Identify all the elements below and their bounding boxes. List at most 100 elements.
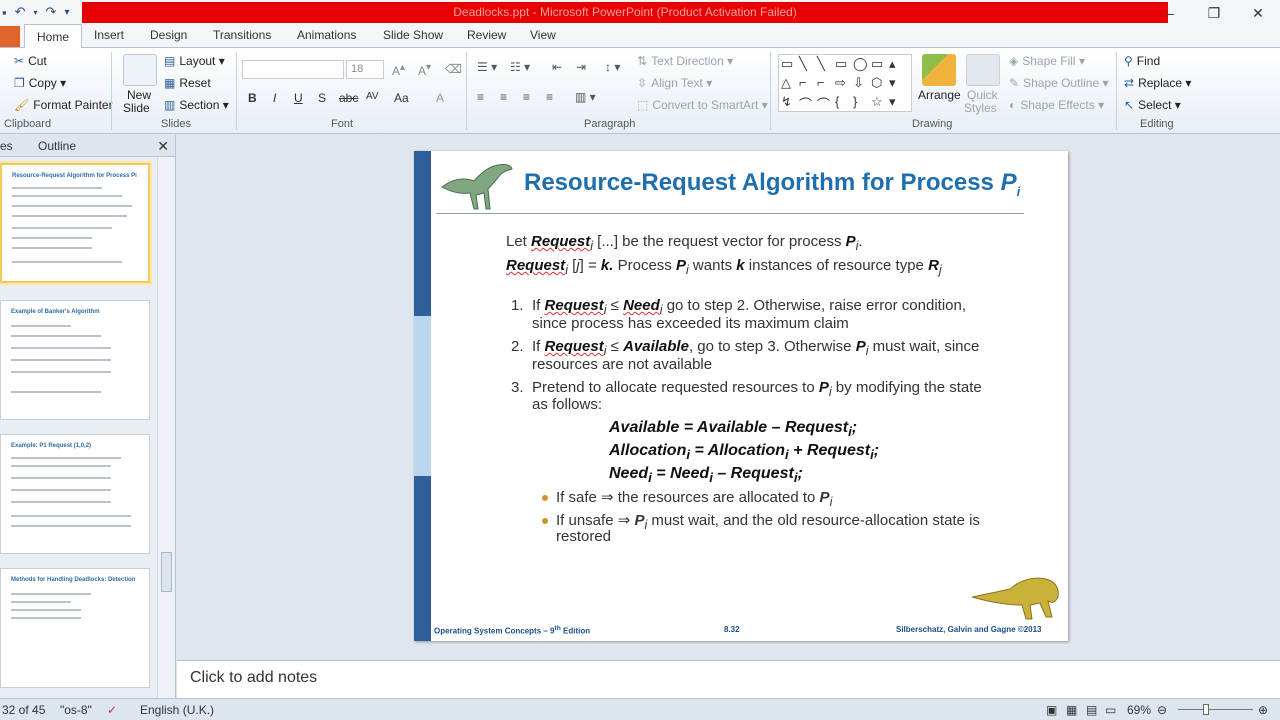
arrange-label[interactable]: Arrange bbox=[918, 88, 961, 102]
decrease-indent-icon[interactable]: ⇤ bbox=[552, 60, 562, 74]
body-line-1[interactable]: Let Requesti [...] be the request vector… bbox=[506, 233, 863, 253]
slides-pane-scrollbar[interactable] bbox=[157, 157, 174, 698]
font-color-button[interactable]: A bbox=[436, 91, 444, 105]
redo-icon[interactable]: ↷ bbox=[46, 4, 57, 20]
slide-thumbnail[interactable]: Example of Banker's Algorithm bbox=[0, 300, 150, 420]
minimize-button[interactable]: – bbox=[1148, 0, 1192, 24]
close-icon[interactable]: ✕ bbox=[157, 138, 169, 155]
slide-show-icon[interactable]: ▭ bbox=[1105, 703, 1116, 717]
line-spacing-icon[interactable]: ↕ ▾ bbox=[605, 60, 620, 74]
undo-dropdown-icon[interactable]: ▾ bbox=[34, 8, 38, 17]
cut-button[interactable]: ✂ Cut bbox=[14, 54, 47, 68]
smartart-button[interactable]: ⬚ Convert to SmartArt ▾ bbox=[637, 98, 768, 112]
slide-thumbnail[interactable]: Resource-Request Algorithm for Process P… bbox=[0, 163, 150, 283]
language-status[interactable]: English (U.K.) bbox=[140, 703, 214, 717]
tab-slides[interactable]: es bbox=[0, 139, 13, 153]
slide-thumbnail[interactable]: Methods for Handling Deadlocks: Detectio… bbox=[0, 568, 150, 688]
section-button[interactable]: ▥ Section ▾ bbox=[164, 98, 229, 112]
slide-thumbnail[interactable]: Example: P1 Request (1,0,2) bbox=[0, 434, 150, 554]
list-item-2-cont[interactable]: resources are not available bbox=[532, 356, 712, 373]
quick-styles-label-2[interactable]: Styles bbox=[964, 101, 997, 115]
slide-title[interactable]: Resource-Request Algorithm for Process P… bbox=[524, 169, 1020, 199]
shapes-gallery[interactable]: ▭ ╲ ╲ ▭ ◯ ▭ ▴ △ ⌐ ⌐ ⇨ ⇩ ⬡ ▾ ↯ ⌒ ⌒{} ☆ ▾ bbox=[778, 54, 912, 112]
undo-icon[interactable]: ↶ bbox=[15, 4, 26, 20]
replace-button[interactable]: ⇄ Replace ▾ bbox=[1124, 76, 1191, 90]
new-slide-icon[interactable] bbox=[123, 54, 157, 86]
quick-styles-icon[interactable] bbox=[966, 54, 1000, 86]
zoom-in-icon[interactable]: ⊕ bbox=[1258, 703, 1268, 717]
tab-review[interactable]: Review bbox=[467, 28, 506, 42]
list-item-1[interactable]: If Requesti ≤ Needi go to step 2. Otherw… bbox=[532, 297, 966, 317]
quick-styles-label[interactable]: Quick bbox=[967, 88, 998, 102]
equation-allocation[interactable]: Allocationi = Allocationi + Requesti; bbox=[609, 442, 879, 462]
bullets-icon[interactable]: ☰ ▾ bbox=[477, 60, 497, 74]
zoom-slider[interactable] bbox=[1178, 709, 1253, 710]
reset-button[interactable]: ▦ Reset bbox=[164, 76, 211, 90]
numbering-icon[interactable]: ☷ ▾ bbox=[510, 60, 530, 74]
spellcheck-icon[interactable]: ✓ bbox=[107, 703, 117, 717]
save-icon[interactable]: ▪ bbox=[2, 5, 7, 20]
font-size-box[interactable]: 18 bbox=[346, 60, 384, 79]
italic-button[interactable]: I bbox=[273, 91, 276, 105]
shape-fill-button[interactable]: ◈ Shape Fill ▾ bbox=[1009, 54, 1085, 68]
copy-button[interactable]: ❐ Copy ▾ bbox=[14, 76, 66, 90]
list-item-2[interactable]: If Requesti ≤ Available, go to step 3. O… bbox=[532, 338, 979, 358]
reading-view-icon[interactable]: ▤ bbox=[1086, 703, 1097, 717]
normal-view-icon[interactable]: ▣ bbox=[1046, 703, 1057, 717]
customize-qat-icon[interactable]: ▾ bbox=[64, 7, 69, 18]
strikethrough-button[interactable]: abc bbox=[339, 91, 358, 105]
bullet-unsafe[interactable]: If unsafe ⇒ Pi must wait, and the old re… bbox=[556, 511, 980, 532]
find-button[interactable]: ⚲ Find bbox=[1124, 54, 1160, 68]
align-text-button[interactable]: ⇳ Align Text ▾ bbox=[637, 76, 712, 90]
file-tab[interactable] bbox=[0, 26, 20, 47]
select-button[interactable]: ↖ Select ▾ bbox=[1124, 98, 1181, 112]
new-slide-label[interactable]: New bbox=[127, 88, 151, 102]
bold-button[interactable]: B bbox=[248, 91, 257, 105]
arrange-icon[interactable] bbox=[922, 54, 956, 86]
tab-home[interactable]: Home bbox=[24, 24, 83, 49]
bullet-unsafe-cont[interactable]: restored bbox=[556, 528, 611, 545]
underline-button[interactable]: U bbox=[294, 91, 303, 105]
bullet-safe[interactable]: If safe ⇒ the resources are allocated to… bbox=[556, 488, 832, 509]
body-line-2[interactable]: Requesti [j] = k. Process Pi wants k ins… bbox=[506, 257, 942, 277]
shape-effects-button[interactable]: ◐ Shape Effects ▾ bbox=[1009, 98, 1104, 112]
text-direction-button[interactable]: ⇅ Text Direction ▾ bbox=[637, 54, 733, 68]
zoom-level[interactable]: 69% bbox=[1127, 703, 1151, 717]
zoom-slider-thumb[interactable] bbox=[1203, 704, 1209, 715]
list-item-1-cont[interactable]: since process has exceeded its maximum c… bbox=[532, 315, 849, 332]
tab-animations[interactable]: Animations bbox=[297, 28, 356, 42]
tab-transitions[interactable]: Transitions bbox=[213, 28, 271, 42]
notes-placeholder[interactable]: Click to add notes bbox=[190, 669, 317, 687]
shape-outline-button[interactable]: ✎ Shape Outline ▾ bbox=[1009, 76, 1108, 90]
close-button[interactable]: ✕ bbox=[1236, 0, 1280, 24]
grow-font-button[interactable]: A▴ bbox=[392, 62, 405, 78]
shadow-button[interactable]: S bbox=[318, 91, 326, 105]
align-left-icon[interactable]: ≡ bbox=[477, 90, 484, 104]
justify-icon[interactable]: ≡ bbox=[546, 90, 553, 104]
notes-pane[interactable]: Click to add notes bbox=[177, 660, 1280, 698]
slide-canvas[interactable]: Resource-Request Algorithm for Process P… bbox=[414, 151, 1068, 641]
font-name-box[interactable] bbox=[242, 60, 344, 79]
align-right-icon[interactable]: ≡ bbox=[523, 90, 530, 104]
tab-view[interactable]: View bbox=[530, 28, 556, 42]
slide-sorter-icon[interactable]: ▦ bbox=[1066, 703, 1077, 717]
theme-name[interactable]: "os-8" bbox=[60, 703, 92, 717]
tab-insert[interactable]: Insert bbox=[94, 28, 124, 42]
format-painter-button[interactable]: 🖌 Format Painter bbox=[14, 98, 113, 112]
tab-slide-show[interactable]: Slide Show bbox=[383, 28, 443, 42]
clear-format-icon[interactable]: ⌫ bbox=[445, 62, 462, 76]
layout-button[interactable]: ▤ Layout ▾ bbox=[164, 54, 225, 68]
list-item-3-cont[interactable]: as follows: bbox=[532, 396, 602, 413]
zoom-out-icon[interactable]: ⊖ bbox=[1157, 703, 1167, 717]
increase-indent-icon[interactable]: ⇥ bbox=[576, 60, 586, 74]
spacing-button[interactable]: AV bbox=[366, 91, 379, 102]
equation-need[interactable]: Needi = Needi – Requesti; bbox=[609, 465, 803, 485]
new-slide-label-2[interactable]: Slide bbox=[123, 101, 150, 115]
tab-design[interactable]: Design bbox=[150, 28, 187, 42]
align-center-icon[interactable]: ≡ bbox=[500, 90, 507, 104]
columns-icon[interactable]: ▥ ▾ bbox=[575, 90, 596, 104]
tab-outline[interactable]: Outline bbox=[38, 139, 76, 153]
change-case-button[interactable]: Aa bbox=[394, 91, 409, 105]
scrollbar-thumb[interactable] bbox=[161, 552, 172, 592]
shrink-font-button[interactable]: A▾ bbox=[418, 62, 431, 78]
